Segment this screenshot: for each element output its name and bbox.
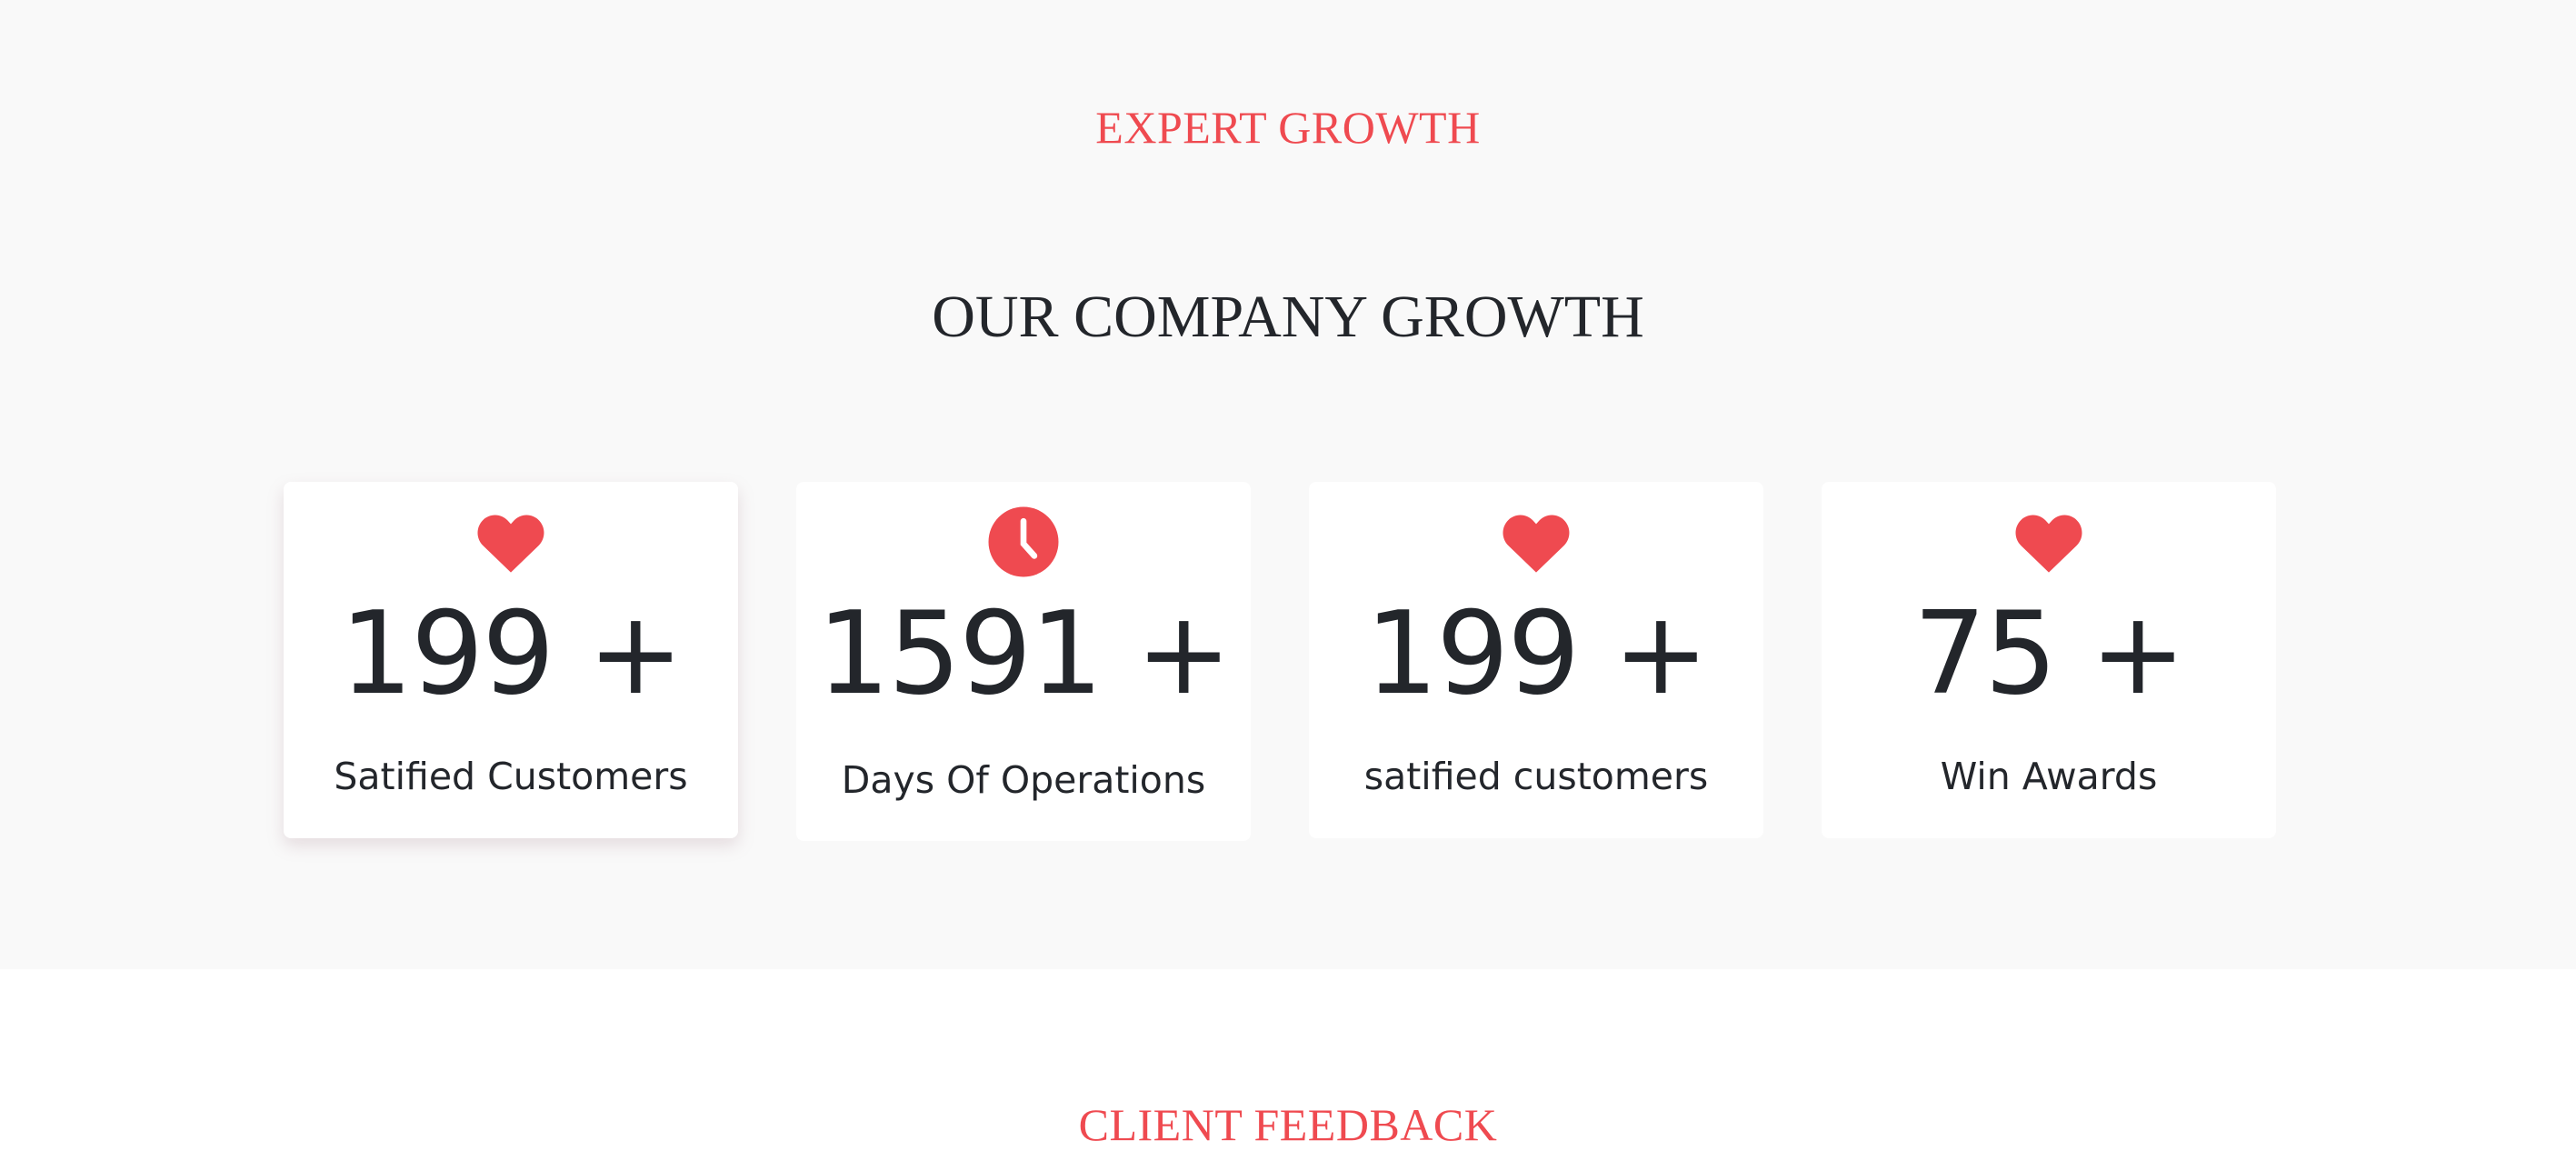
- feedback-eyebrow: CLIENT FEEDBACK: [1078, 1099, 1498, 1150]
- stat-card-win-awards[interactable]: 75 + Win Awards: [1822, 482, 2276, 838]
- stat-value: 1591 +: [816, 586, 1232, 720]
- heart-icon: [2011, 504, 2087, 580]
- stat-label: Win Awards: [1940, 755, 2158, 798]
- stat-card-satisfied-customers[interactable]: 199 + Satified Customers: [284, 482, 738, 838]
- stat-label: Satified Customers: [334, 755, 688, 798]
- stat-card-days-of-operations[interactable]: 1591 + Days Of Operations: [796, 482, 1251, 841]
- company-growth-section: EXPERT GROWTH OUR COMPANY GROWTH 199 + S…: [0, 0, 2576, 969]
- stat-label: Days Of Operations: [841, 758, 1206, 802]
- stat-value: 199 +: [339, 586, 684, 720]
- section-eyebrow: EXPERT GROWTH: [1095, 102, 1481, 153]
- stat-value: 75 +: [1913, 586, 2186, 720]
- stat-value: 199 +: [1364, 586, 1709, 720]
- heart-icon: [1498, 504, 1574, 580]
- heart-icon: [473, 504, 549, 580]
- section-title: OUR COMPANY GROWTH: [932, 284, 1644, 350]
- clock-icon: [985, 504, 1062, 580]
- stat-label: satified customers: [1363, 755, 1709, 798]
- stat-card-satisfied-customers-2[interactable]: 199 + satified customers: [1309, 482, 1763, 838]
